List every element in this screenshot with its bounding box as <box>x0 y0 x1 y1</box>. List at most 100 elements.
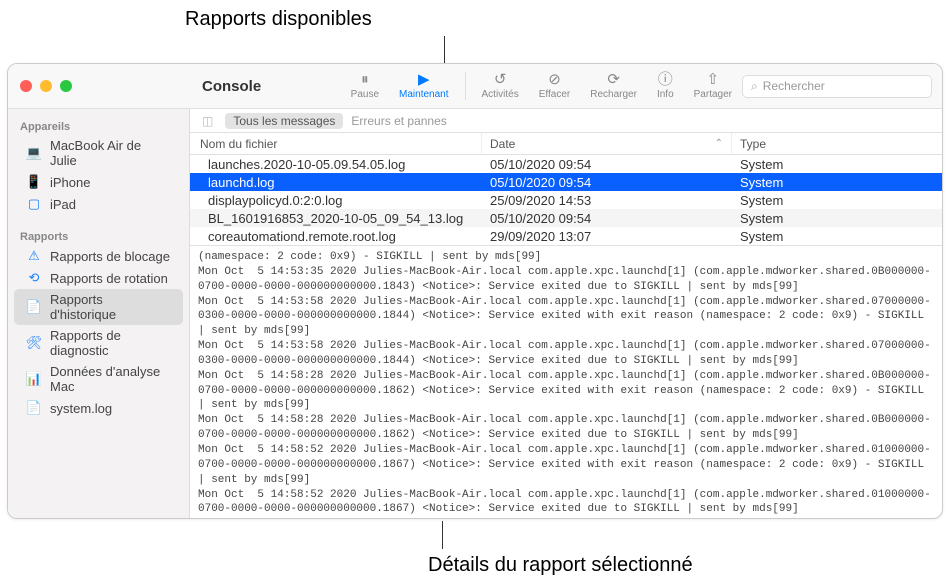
sidebar-toggle-icon[interactable]: ◫ <box>198 114 217 128</box>
search-placeholder: Rechercher <box>763 79 825 93</box>
laptop-icon: 💻 <box>26 145 42 161</box>
info-button[interactable]: ⓘ Info <box>647 68 684 104</box>
toolbar-separator <box>465 72 466 100</box>
maximize-window-button[interactable] <box>60 80 72 92</box>
table-row[interactable]: BL_1601916853_2020-10-05_09_54_13.log 05… <box>190 209 942 227</box>
rotate-icon: ⟲ <box>26 270 42 286</box>
sidebar-item-crash-reports[interactable]: ⚠ Rapports de blocage <box>14 245 183 267</box>
search-input[interactable]: ⌕ Rechercher <box>742 75 932 98</box>
share-icon: ⇧ <box>707 72 720 87</box>
sidebar-item-analytics-mac[interactable]: 📊 Données d'analyse Mac <box>14 361 183 397</box>
main-content: ◫ Tous les messages Erreurs et pannes No… <box>190 109 942 518</box>
sidebar-item-label: MacBook Air de Julie <box>50 138 171 168</box>
console-window: Console ⏸ Pause ▶ Maintenant ↺ Activités… <box>7 63 943 519</box>
cell-date: 25/09/2020 14:53 <box>482 193 732 208</box>
cell-name: BL_1601916853_2020-10-05_09_54_13.log <box>190 211 482 226</box>
reload-button[interactable]: ⟳ Recharger <box>580 68 647 104</box>
now-label: Maintenant <box>399 89 448 100</box>
table-body: launches.2020-10-05.09.54.05.log 05/10/2… <box>190 155 942 245</box>
cell-date: 05/10/2020 09:54 <box>482 175 732 190</box>
doc-icon: 📄 <box>26 299 42 315</box>
cell-name: coreautomationd.remote.root.log <box>190 229 482 244</box>
sidebar-item-diagnostic-reports[interactable]: 🛠 Rapports de diagnostic <box>14 325 183 361</box>
reload-icon: ⟳ <box>607 72 620 87</box>
pause-icon: ⏸ <box>361 72 369 87</box>
table-row[interactable]: coreautomationd.remote.root.log 29/09/20… <box>190 227 942 245</box>
filter-all-messages[interactable]: Tous les messages <box>225 113 343 129</box>
sidebar-item-system-log[interactable]: 📄 system.log <box>14 397 183 419</box>
activities-icon: ↺ <box>494 72 507 87</box>
toolbar: ⏸ Pause ▶ Maintenant ↺ Activités ⊘ Effac… <box>341 68 942 104</box>
minimize-window-button[interactable] <box>40 80 52 92</box>
cell-type: System <box>732 229 942 244</box>
cell-type: System <box>732 193 942 208</box>
column-header-name[interactable]: Nom du fichier <box>190 133 482 154</box>
chart-icon: 📊 <box>26 371 42 387</box>
wrench-icon: 🛠 <box>26 335 42 351</box>
clear-icon: ⊘ <box>548 72 561 87</box>
pause-button[interactable]: ⏸ Pause <box>341 68 389 104</box>
reload-label: Recharger <box>590 89 637 100</box>
sidebar-item-rotation-reports[interactable]: ⟲ Rapports de rotation <box>14 267 183 289</box>
cell-name: displaypolicyd.0:2:0.log <box>190 193 482 208</box>
share-label: Partager <box>694 89 732 100</box>
activities-label: Activités <box>482 89 519 100</box>
pause-label: Pause <box>351 89 379 100</box>
cell-date: 05/10/2020 09:54 <box>482 211 732 226</box>
sidebar-item-iphone[interactable]: 📱 iPhone <box>14 171 183 193</box>
column-header-date[interactable]: Date ⌃ <box>482 133 732 154</box>
table-header: Nom du fichier Date ⌃ Type <box>190 133 942 155</box>
log-details-pane[interactable]: (namespace: 2 code: 0x9) - SIGKILL | sen… <box>190 245 942 518</box>
search-icon: ⌕ <box>751 79 758 94</box>
window-body: Appareils 💻 MacBook Air de Julie 📱 iPhon… <box>8 109 942 518</box>
sort-chevron-icon: ⌃ <box>715 138 723 149</box>
sidebar-devices-header: Appareils <box>8 115 189 135</box>
phone-icon: 📱 <box>26 174 42 190</box>
sidebar-item-label: Rapports de rotation <box>50 271 168 286</box>
annotation-report-details: Détails du rapport sélectionné <box>428 554 693 577</box>
sidebar-item-ipad[interactable]: ▢ iPad <box>14 193 183 215</box>
table-row[interactable]: launchd.log 05/10/2020 09:54 System <box>190 173 942 191</box>
cell-date: 05/10/2020 09:54 <box>482 157 732 172</box>
now-button[interactable]: ▶ Maintenant <box>389 68 458 104</box>
info-icon: ⓘ <box>658 72 673 87</box>
sidebar: Appareils 💻 MacBook Air de Julie 📱 iPhon… <box>8 109 190 518</box>
clear-button[interactable]: ⊘ Effacer <box>529 68 581 104</box>
annotation-available-reports: Rapports disponibles <box>185 8 372 31</box>
cell-type: System <box>732 157 942 172</box>
annotation-line-bottom <box>442 521 443 549</box>
warning-icon: ⚠ <box>26 248 42 264</box>
sidebar-item-macbook[interactable]: 💻 MacBook Air de Julie <box>14 135 183 171</box>
cell-type: System <box>732 175 942 190</box>
titlebar: Console ⏸ Pause ▶ Maintenant ↺ Activités… <box>8 64 942 109</box>
doc-icon: 📄 <box>26 400 42 416</box>
sidebar-item-label: Rapports de blocage <box>50 249 170 264</box>
sidebar-item-label: Données d'analyse Mac <box>50 364 171 394</box>
clear-label: Effacer <box>539 89 571 100</box>
share-button[interactable]: ⇧ Partager <box>684 68 742 104</box>
activities-button[interactable]: ↺ Activités <box>472 68 529 104</box>
tablet-icon: ▢ <box>26 196 42 212</box>
traffic-lights <box>8 80 188 92</box>
column-header-date-label: Date <box>490 137 515 151</box>
cell-name: launchd.log <box>190 175 482 190</box>
sidebar-item-label: Rapports de diagnostic <box>50 328 171 358</box>
sidebar-item-label: iPad <box>50 197 76 212</box>
sidebar-item-label: system.log <box>50 401 112 416</box>
info-label: Info <box>657 89 674 100</box>
cell-date: 29/09/2020 13:07 <box>482 229 732 244</box>
sidebar-item-history-reports[interactable]: 📄 Rapports d'historique <box>14 289 183 325</box>
sidebar-item-label: iPhone <box>50 175 90 190</box>
column-header-type[interactable]: Type <box>732 133 942 154</box>
window-title: Console <box>188 78 328 95</box>
cell-name: launches.2020-10-05.09.54.05.log <box>190 157 482 172</box>
cell-type: System <box>732 211 942 226</box>
filter-errors-faults[interactable]: Erreurs et pannes <box>351 114 446 128</box>
close-window-button[interactable] <box>20 80 32 92</box>
filter-bar: ◫ Tous les messages Erreurs et pannes <box>190 109 942 133</box>
sidebar-item-label: Rapports d'historique <box>50 292 171 322</box>
table-row[interactable]: launches.2020-10-05.09.54.05.log 05/10/2… <box>190 155 942 173</box>
sidebar-reports-header: Rapports <box>8 225 189 245</box>
play-icon: ▶ <box>418 72 430 87</box>
table-row[interactable]: displaypolicyd.0:2:0.log 25/09/2020 14:5… <box>190 191 942 209</box>
